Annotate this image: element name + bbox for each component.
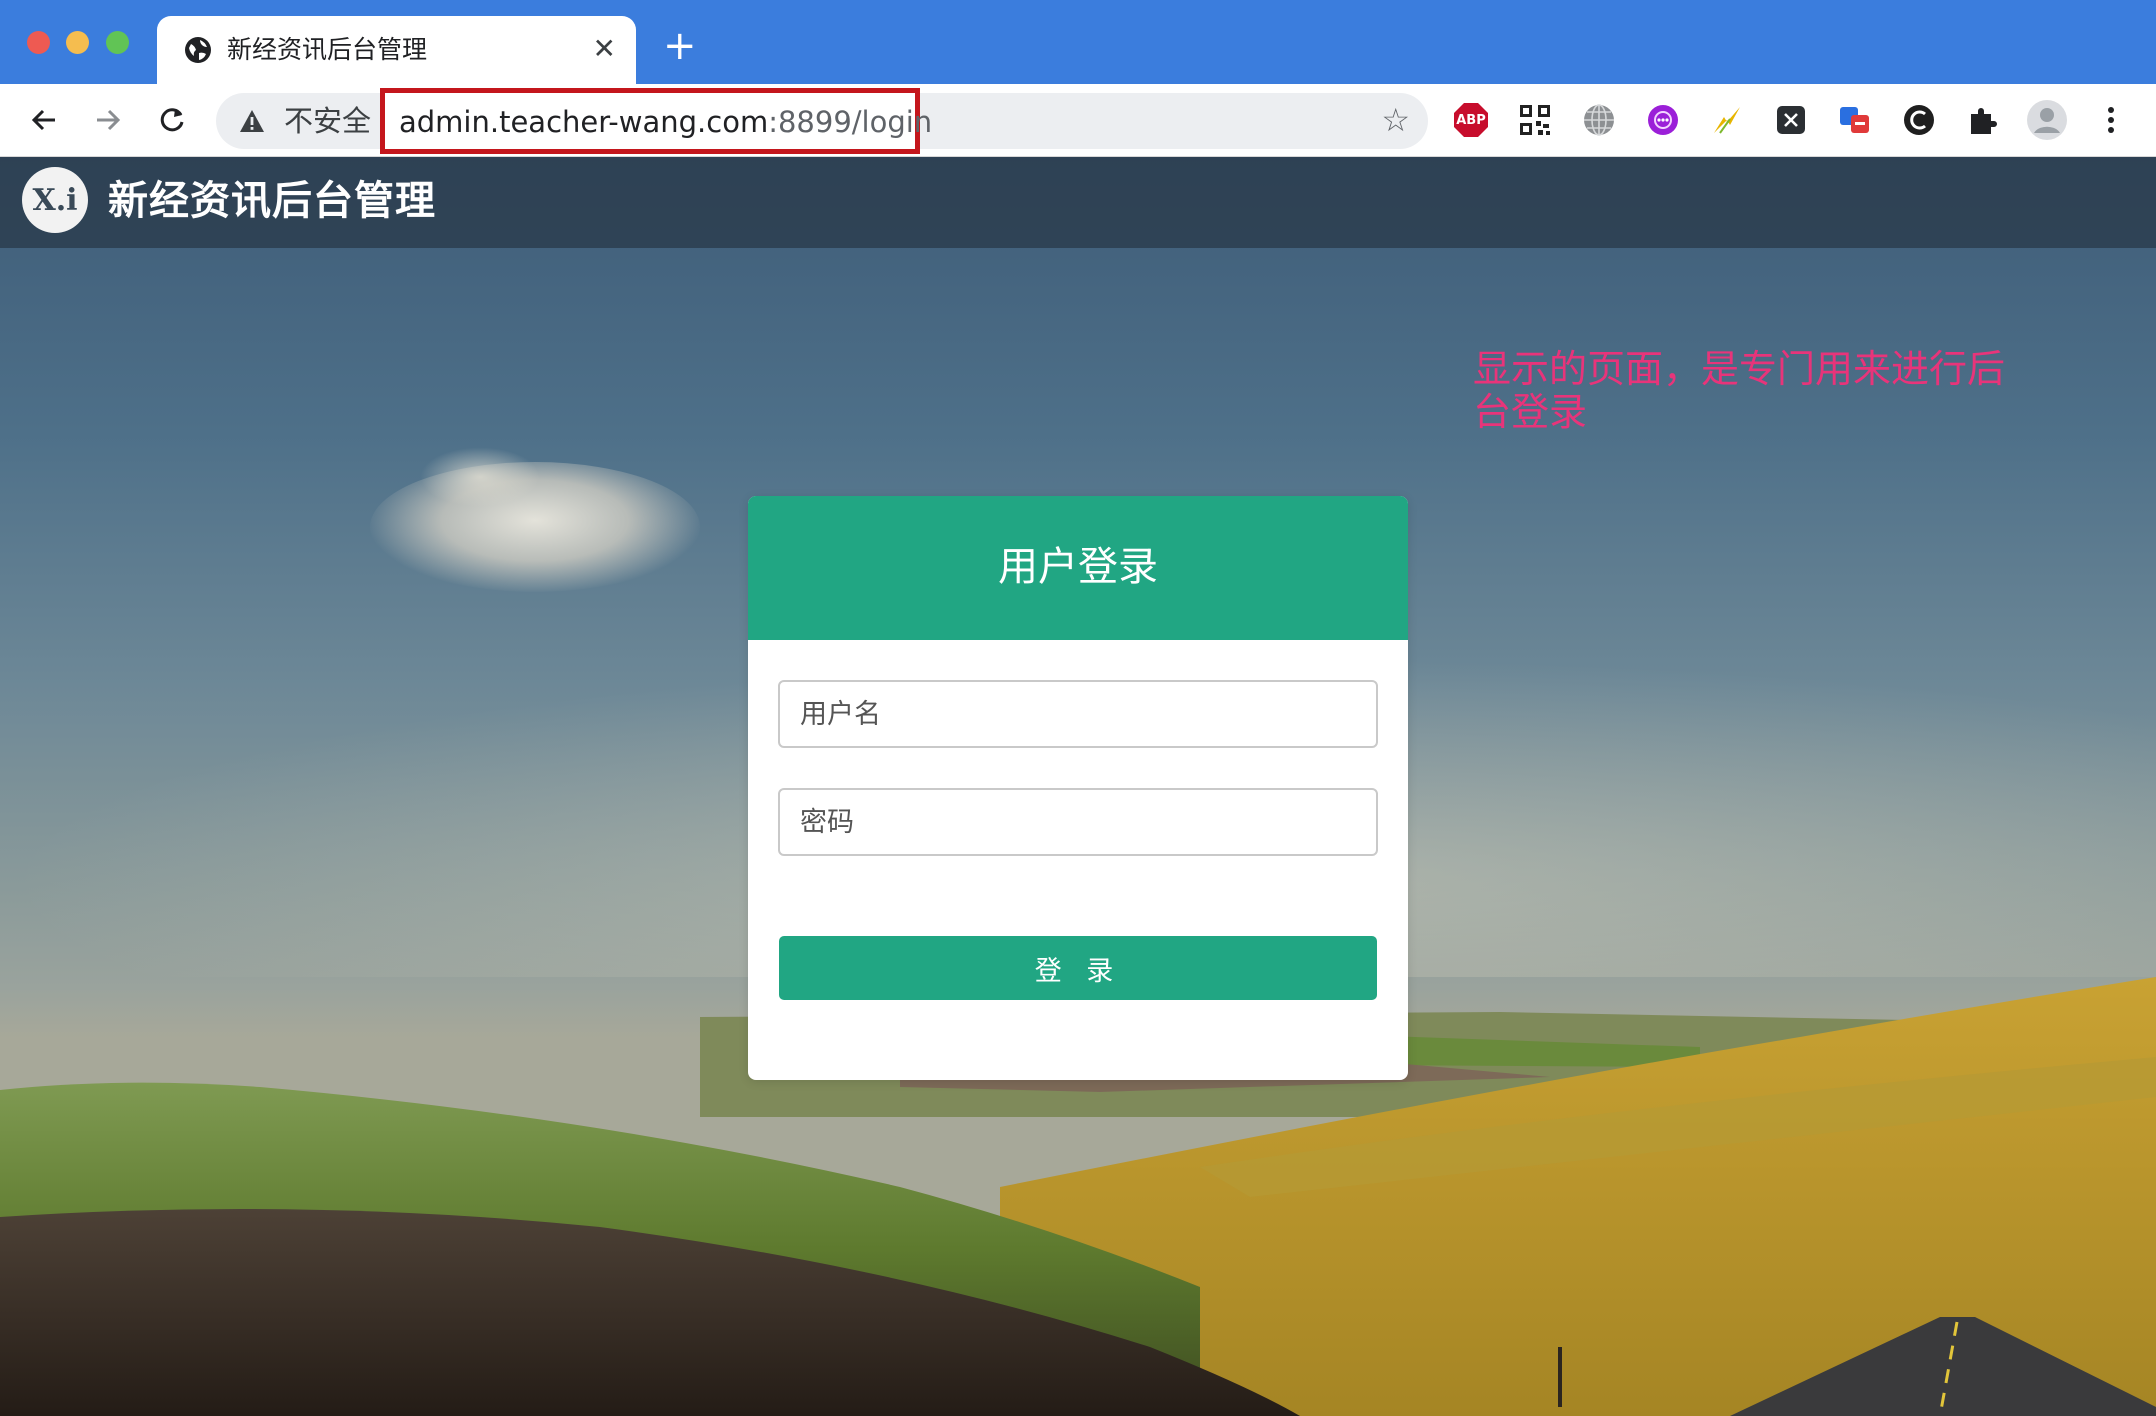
security-status-label[interactable]: 不安全 bbox=[284, 104, 371, 138]
password-input[interactable] bbox=[778, 788, 1378, 856]
c-extension-icon[interactable] bbox=[1898, 99, 1940, 141]
new-tab-button[interactable]: + bbox=[663, 26, 697, 66]
site-title: 新经资讯后台管理 bbox=[108, 177, 436, 224]
globe-icon bbox=[185, 37, 211, 63]
maximize-window-button[interactable] bbox=[106, 31, 129, 54]
minimize-window-button[interactable] bbox=[66, 31, 89, 54]
reload-icon bbox=[160, 108, 184, 132]
forward-button[interactable] bbox=[86, 98, 130, 142]
login-title: 用户登录 bbox=[998, 544, 1158, 590]
login-card: 用户登录 登 录 bbox=[748, 496, 1408, 1080]
back-button[interactable] bbox=[22, 98, 66, 142]
url-text[interactable]: admin.teacher-wang.com:8899/login bbox=[399, 105, 932, 139]
address-bar[interactable]: 不安全 admin.teacher-wang.com:8899/login ☆ bbox=[216, 88, 1428, 154]
browser-titlebar: 新经资讯后台管理 ✕ + bbox=[0, 0, 2156, 84]
site-logo[interactable]: X.i bbox=[22, 167, 88, 233]
abp-label: ABP bbox=[1456, 112, 1486, 128]
admin-header: X.i 新经资讯后台管理 bbox=[0, 157, 2156, 248]
puzzle-icon[interactable] bbox=[1962, 99, 2004, 141]
annotation-note: 显示的页面，是专门用来进行后台登录 bbox=[1473, 347, 2006, 434]
avatar[interactable] bbox=[2026, 99, 2068, 141]
tab-close-icon[interactable]: ✕ bbox=[593, 32, 616, 66]
purple-extension-icon[interactable] bbox=[1642, 99, 1684, 141]
page-viewport: X.i 新经资讯后台管理 显示的页面，是专门用来进行后台登录 用户登录 登 录 bbox=[0, 157, 2156, 1416]
reload-button[interactable] bbox=[150, 98, 194, 142]
url-path: :8899/login bbox=[768, 105, 933, 139]
lightning-icon[interactable] bbox=[1706, 99, 1748, 141]
abp-icon[interactable]: ABP bbox=[1450, 99, 1492, 141]
url-highlight-box: admin.teacher-wang.com:8899/login bbox=[380, 88, 932, 154]
warning-icon bbox=[240, 110, 264, 132]
arrow-right-icon bbox=[97, 109, 121, 131]
username-input[interactable] bbox=[778, 680, 1378, 748]
more-menu-icon[interactable] bbox=[2090, 99, 2132, 141]
close-window-button[interactable] bbox=[27, 31, 50, 54]
bookmark-star-icon[interactable]: ☆ bbox=[1381, 102, 1410, 138]
qr-code-icon[interactable] bbox=[1514, 99, 1556, 141]
login-button[interactable]: 登 录 bbox=[779, 936, 1377, 1000]
browser-tab-active[interactable]: 新经资讯后台管理 ✕ bbox=[157, 16, 636, 84]
login-card-header: 用户登录 bbox=[748, 496, 1408, 640]
translate-icon[interactable] bbox=[1834, 99, 1876, 141]
tab-title: 新经资讯后台管理 bbox=[227, 35, 428, 64]
browser-toolbar: 不安全 admin.teacher-wang.com:8899/login ☆ … bbox=[0, 84, 2156, 157]
globe-icon[interactable] bbox=[1578, 99, 1620, 141]
x-extension-icon[interactable] bbox=[1770, 99, 1812, 141]
url-host: admin.teacher-wang.com bbox=[399, 105, 769, 139]
arrow-left-icon bbox=[31, 109, 55, 131]
